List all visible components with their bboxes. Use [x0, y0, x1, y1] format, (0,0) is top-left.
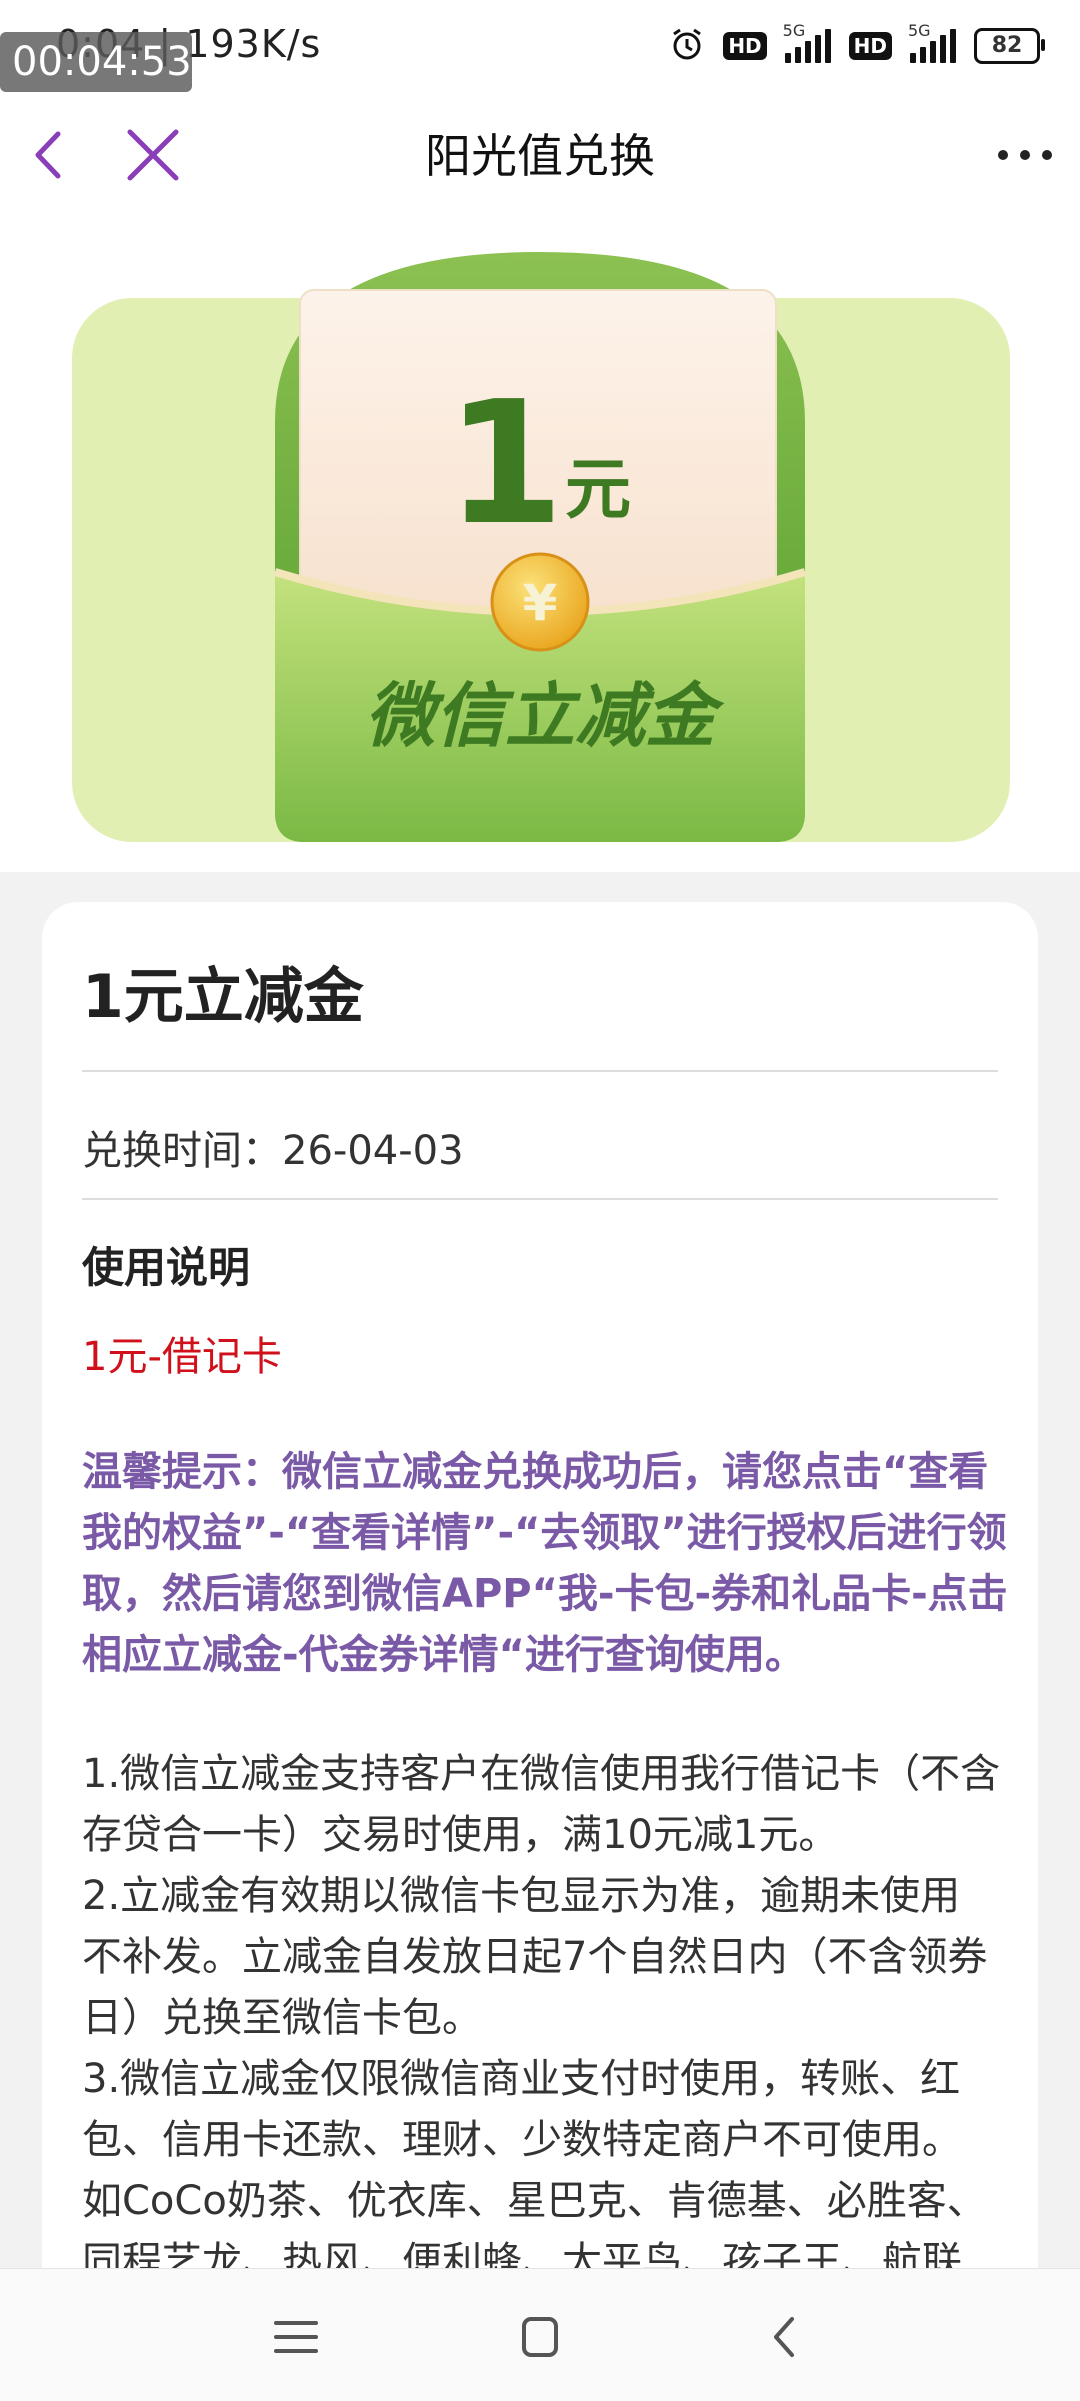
tip-line: 相应立减金-代金券详情“进行查询使用。: [82, 1632, 805, 1678]
system-back-button[interactable]: [756, 2309, 816, 2365]
coin-symbol: ¥: [523, 574, 558, 632]
divider: [82, 1070, 998, 1072]
banner-amount: 1: [446, 365, 564, 563]
signal-icon: 5G: [783, 21, 831, 63]
banner-unit: 元: [565, 451, 631, 528]
coupon-detail-card: 1元立减金 兑换时间：26-04-03 使用说明 1元-借记卡 温馨提示：微信立…: [42, 902, 1038, 2302]
usage-heading: 使用说明: [82, 1243, 251, 1292]
home-button[interactable]: [510, 2309, 570, 2365]
rule-line: 2.立减金有效期以微信卡包显示为准，逾期未使用: [82, 1873, 961, 1919]
hd-icon: HD: [848, 32, 892, 60]
network-label: 5G: [782, 21, 806, 40]
nav-bar: 阳光值兑换: [0, 96, 1080, 212]
network-label: 5G: [908, 21, 931, 40]
rule-line: 3.微信立减金仅限微信商业支付时使用，转账、红: [82, 2056, 961, 2102]
status-icons: HD 5G HD 5G 82: [669, 21, 1045, 66]
coupon-title: 1元立减金: [82, 962, 364, 1032]
tip-line: 我的权益”-“查看详情”-“去领取”进行授权后进行领: [82, 1510, 1007, 1556]
menu-button[interactable]: [266, 2309, 326, 2365]
banner-label: 微信立减金: [365, 675, 725, 757]
menu-icon: [274, 2321, 318, 2353]
rule-line: 如CoCo奶茶、优衣库、星巴克、肯德基、必胜客、: [82, 2178, 987, 2224]
rule-line: 包、信用卡还款、理财、少数特定商户不可使用。: [82, 2117, 962, 2163]
page-title: 阳光值兑换: [425, 129, 655, 183]
more-icon: [998, 150, 1052, 160]
tip-line: 温馨提示：微信立减金兑换成功后，请您点击“查看: [82, 1449, 989, 1495]
more-button[interactable]: [990, 120, 1060, 190]
recording-timer: 00:04:53: [0, 32, 192, 92]
divider: [82, 1198, 998, 1200]
status-bar: 0:04 | 193K/s HD 5G HD 5G 82 00:04:53: [0, 0, 1080, 96]
red-envelope-illustration: 1 元 ¥ 微信立减金: [72, 252, 1010, 842]
alarm-icon: [669, 26, 705, 66]
hd-icon: HD: [723, 32, 767, 60]
tip-text: 温馨提示：微信立减金兑换成功后，请您点击“查看 我的权益”-“查看详情”-“去领…: [82, 1442, 1008, 1686]
system-nav-bar: [0, 2268, 1080, 2401]
signal-icon: 5G: [908, 21, 956, 63]
rules-text: 1.微信立减金支持客户在微信使用我行借记卡（不含 存贷合一卡）交易时使用，满10…: [82, 1744, 1012, 2293]
rule-line: 日）兑换至微信卡包。: [82, 1995, 482, 2041]
battery-icon: 82: [974, 28, 1045, 64]
card-type: 1元-借记卡: [82, 1334, 282, 1380]
exchange-time: 兑换时间：26-04-03: [82, 1128, 464, 1174]
rule-line: 存贷合一卡）交易时使用，满10元减1元。: [82, 1812, 839, 1858]
coupon-banner: 1 元 ¥ 微信立减金: [0, 212, 1080, 872]
home-icon: [522, 2317, 558, 2357]
rule-line: 1.微信立减金支持客户在微信使用我行借记卡（不含: [82, 1751, 1001, 1797]
tip-line: 取，然后请您到微信APP“我-卡包-券和礼品卡-点击: [82, 1571, 1008, 1617]
rule-line: 不补发。立减金自发放日起7个自然日内（不含领券: [82, 1934, 988, 1980]
back-icon: [774, 2317, 794, 2357]
